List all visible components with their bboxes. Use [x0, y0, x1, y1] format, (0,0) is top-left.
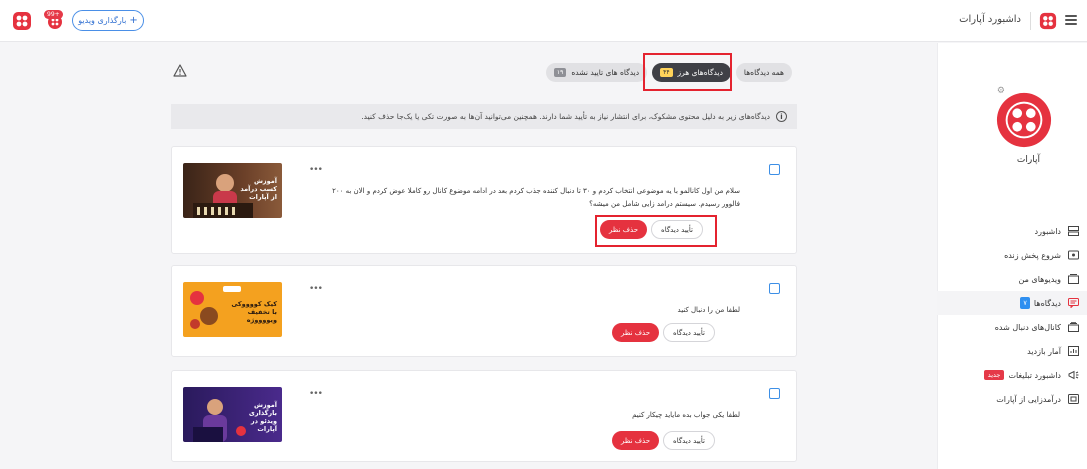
comment-text: لطفا من را دنبال کنید [677, 306, 740, 314]
approve-comment-button[interactable]: تأیید دیدگاه [663, 431, 715, 450]
sidebar-item-ads-dashboard[interactable]: داشبورد تبلیغات جدید [937, 363, 1087, 387]
sidebar-item-label: آمار بازدید [1027, 346, 1061, 356]
tab-all-comments[interactable]: همه دیدگاه‌ها [735, 63, 792, 82]
comment-icon [1068, 298, 1079, 308]
thumbnail-caption: آموزش کسب درآمد از آپارات [240, 177, 277, 201]
comment-text: سلام من اول کانالمو با یه موضوعی انتخاب … [332, 187, 740, 208]
tab-label: دیدگاه های تایید نشده [571, 68, 640, 77]
sidebar-item-my-videos[interactable]: ویدیوهای من [937, 267, 1087, 291]
comments-count-badge: ۷ [1020, 297, 1030, 309]
select-checkbox[interactable] [769, 283, 780, 294]
channel-avatar[interactable] [995, 91, 1053, 149]
info-text: دیدگاه‌های زیر به دلیل محتوی مشکوک، برای… [361, 112, 770, 121]
sidebar-item-label: دیدگاه‌ها [1033, 298, 1061, 308]
approve-comment-button[interactable]: تأیید دیدگاه [663, 323, 715, 342]
sidebar-item-label: داشبورد [1034, 226, 1061, 236]
sidebar-item-followed-channels[interactable]: کانال‌های دنبال شده [937, 315, 1087, 339]
more-options-icon[interactable]: ••• [309, 389, 323, 399]
sidebar-item-label: داشبورد تبلیغات [1008, 370, 1061, 380]
sidebar-item-comments[interactable]: دیدگاه‌ها ۷ [937, 291, 1087, 315]
thumbnail-caption: آموزش بارگذاری ویدئو در آپارات [248, 401, 277, 433]
stats-icon [1068, 346, 1079, 356]
video-thumbnail[interactable]: آموزش بارگذاری ویدئو در آپارات [183, 387, 282, 442]
menu-icon[interactable] [1065, 15, 1077, 25]
sidebar-item-label: شروع پخش زنده [1004, 250, 1061, 260]
comment-actions: تأیید دیدگاه حذف نظر [612, 323, 715, 342]
aparat-logo-icon[interactable] [1039, 12, 1057, 30]
tab-label: همه دیدگاه‌ها [743, 68, 784, 77]
dashboard-icon [1068, 226, 1079, 236]
aparat-logo-icon[interactable] [12, 11, 32, 31]
more-options-icon[interactable]: ••• [309, 284, 323, 294]
notification-button[interactable]: 99+ [44, 10, 64, 31]
sidebar-item-stats[interactable]: آمار بازدید [937, 339, 1087, 363]
sidebar-item-label: درآمدزایی از آپارات [996, 394, 1061, 404]
highlight-box [595, 215, 717, 247]
video-thumbnail[interactable]: آموزش کسب درآمد از آپارات [183, 163, 282, 218]
sidebar-item-label: کانال‌های دنبال شده [994, 322, 1061, 332]
income-icon [1068, 394, 1079, 404]
highlight-box [643, 53, 732, 91]
thumbnail-caption: کیک کووووکی با تخفیف ویووووژه [231, 300, 277, 324]
delete-comment-button[interactable]: حذف نظر [612, 323, 660, 342]
channels-icon [1068, 322, 1079, 332]
video-thumbnail[interactable]: کیک کووووکی با تخفیف ویووووژه [183, 282, 282, 337]
plus-icon: + [129, 15, 138, 26]
sidebar-item-dashboard[interactable]: داشبورد [937, 219, 1087, 243]
select-checkbox[interactable] [769, 388, 780, 399]
sidebar-item-label: ویدیوهای من [1018, 274, 1061, 284]
sidebar-nav: داشبورد شروع پخش زنده ویدیوهای من دیدگاه… [937, 219, 1087, 411]
warning-icon[interactable] [173, 64, 187, 77]
tab-count-badge: ۱۹ [553, 68, 567, 77]
comment-card: کیک کووووکی با تخفیف ویووووژه ••• لطفا م… [171, 265, 797, 357]
channel-name: آپارات [1016, 155, 1040, 165]
delete-comment-button[interactable]: حذف نظر [612, 431, 660, 450]
live-icon [1068, 250, 1079, 260]
top-bar: داشبورد آپارات + بارگذاری ویدیو 99+ [0, 0, 1087, 42]
info-banner: i دیدگاه‌های زیر به دلیل محتوی مشکوک، بر… [171, 104, 797, 129]
info-icon: i [776, 111, 787, 122]
new-badge: جدید [983, 370, 1005, 380]
comment-text: لطفا یکی جواب بده مایاید چیکار کنیم [632, 411, 740, 419]
comment-actions: تأیید دیدگاه حذف نظر [612, 431, 715, 450]
tab-unapproved-comments[interactable]: دیدگاه های تایید نشده ۱۹ [545, 63, 648, 82]
comment-card: آموزش بارگذاری ویدئو در آپارات ••• لطفا … [171, 370, 797, 462]
upload-video-label: بارگذاری ویدیو [78, 16, 127, 25]
notification-badge: 99+ [44, 10, 63, 19]
divider [1030, 12, 1031, 30]
page-title: داشبورد آپارات [959, 14, 1021, 25]
sidebar: ⚙ آپارات داشبورد شروع پخش زنده ویدیوهای … [937, 43, 1087, 469]
sidebar-item-income[interactable]: درآمدزایی از آپارات [937, 387, 1087, 411]
ads-icon [1068, 370, 1079, 380]
sidebar-item-live[interactable]: شروع پخش زنده [937, 243, 1087, 267]
video-icon [1068, 274, 1079, 284]
more-options-icon[interactable]: ••• [309, 165, 323, 175]
select-checkbox[interactable] [769, 164, 780, 175]
upload-video-button[interactable]: + بارگذاری ویدیو [72, 10, 144, 31]
